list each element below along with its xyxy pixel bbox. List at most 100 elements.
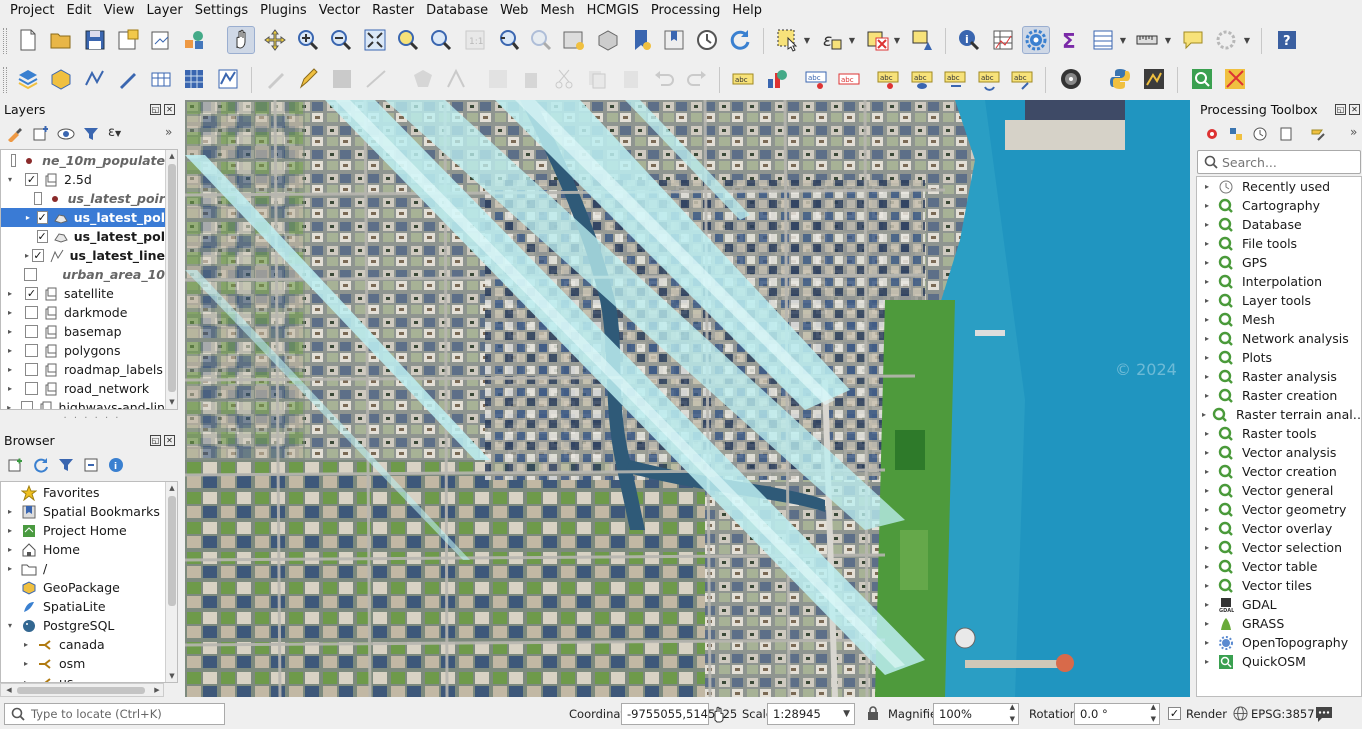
menu-help[interactable]: Help [726,0,768,21]
toolbox-search-input[interactable] [1222,153,1356,171]
refresh-icon[interactable] [726,26,754,54]
toolbox-group[interactable]: ▸ Vector selection [1197,538,1361,557]
toolbox-group[interactable]: ▸ Vector geometry [1197,500,1361,519]
close-panel-icon[interactable]: ✕ [1349,104,1360,115]
menu-settings[interactable]: Settings [189,0,254,21]
zoom-to-layer-icon[interactable] [427,26,455,54]
expand-arrow-icon[interactable]: ▸ [25,251,29,260]
layer-row[interactable]: ▸us_latest_poir [1,189,165,208]
scripts-python-icon[interactable] [1228,126,1244,142]
pan-to-selection-icon[interactable] [261,26,289,54]
expand-arrow-icon[interactable]: ▸ [1202,334,1212,343]
expand-arrow-icon[interactable]: ▸ [1202,277,1212,286]
layer-row[interactable]: ▸ ✓ us_latest_line [1,246,165,265]
edit-features-inplace-icon[interactable] [1310,126,1326,142]
collapse-all-icon[interactable] [83,457,99,473]
toolbox-group[interactable]: ▸ GRASS [1197,614,1361,633]
menu-raster[interactable]: Raster [366,0,420,21]
filter-by-expression-icon[interactable]: ε▼ [108,125,138,141]
expand-arrow-icon[interactable]: ▸ [5,327,15,336]
more-tools-icon[interactable]: » [1350,125,1357,139]
toolbox-group[interactable]: ▸ OpenTopography [1197,633,1361,652]
toolbox-group[interactable]: ▸ Raster terrain anal… [1197,405,1361,424]
layer-visibility-checkbox[interactable] [25,344,38,357]
hcmgis-icon[interactable] [1221,65,1249,93]
layer-row[interactable]: ▸ basemap [1,322,165,341]
pan-map-icon[interactable] [227,26,255,54]
messages-icon[interactable] [1314,705,1334,723]
menu-layer[interactable]: Layer [141,0,189,21]
scroll-down-icon[interactable]: ▼ [166,670,177,682]
menu-plugins[interactable]: Plugins [254,0,313,21]
layer-row[interactable]: ▸✓us_latest_pol [1,227,165,246]
toolbox-group[interactable]: ▸ Plots [1197,348,1361,367]
browser-scroll-thumb[interactable] [168,496,176,606]
browser-item[interactable]: ▸ Home [1,540,165,559]
browser-hscrollbar[interactable]: ◀ ▶ [0,683,164,697]
expand-arrow-icon[interactable]: ▸ [1202,182,1212,191]
expand-arrow-icon[interactable]: ▸ [1202,619,1212,628]
select-dropdown-icon[interactable]: ▼ [803,26,811,54]
float-panel-icon[interactable]: ◱ [1335,104,1346,115]
expand-arrow-icon[interactable]: ▸ [5,545,15,554]
panel-splitter[interactable]: · · · · · · [0,413,184,427]
toolbar-grip[interactable] [3,67,7,93]
rotation-spin-up-icon[interactable]: ▲ [1151,701,1156,713]
more-tools-icon[interactable]: » [165,125,172,139]
toolbox-group[interactable]: ▸ Vector general [1197,481,1361,500]
layer-row[interactable]: ▸ road_network [1,379,165,398]
toolbox-group[interactable]: ▸ Vector analysis [1197,443,1361,462]
scale-dropdown-icon[interactable]: ▼ [843,704,850,724]
expand-arrow-icon[interactable]: ▸ [1202,600,1212,609]
table-dropdown-icon[interactable]: ▼ [1119,26,1127,54]
layer-row[interactable]: ▸ne_10m_populate [1,151,165,170]
layer-row[interactable]: ▸ roadmap_labels [1,360,165,379]
properties-info-icon[interactable]: i [108,457,124,473]
toolbar-grip[interactable] [3,28,7,54]
menu-web[interactable]: Web [494,0,534,21]
new-project-icon[interactable] [14,26,42,54]
layer-row[interactable]: ▸urban_area_10 [1,265,165,284]
data-source-manager-icon[interactable] [14,65,42,93]
map-canvas[interactable]: © 2024 [185,100,1190,697]
expand-arrow-icon[interactable]: ▸ [1202,258,1212,267]
style-manager-icon[interactable] [180,26,208,54]
expand-arrow-icon[interactable]: ▸ [1202,657,1212,666]
settings-gear-icon[interactable] [1212,26,1240,54]
expand-arrow-icon[interactable]: ▸ [25,213,31,222]
expand-arrow-icon[interactable]: ▾ [5,621,15,630]
toolbox-group[interactable]: ▸ Raster creation [1197,386,1361,405]
digitize-line-icon[interactable] [362,65,390,93]
toolbox-group[interactable]: ▸ Raster tools [1197,424,1361,443]
delete-selected-icon[interactable] [517,65,545,93]
new-geopackage-layer-icon[interactable] [47,65,75,93]
scale-field[interactable]: 1:28945 ▼ [767,703,855,725]
toolbox-group[interactable]: ▸ Vector overlay [1197,519,1361,538]
close-panel-icon[interactable]: ✕ [164,104,175,115]
zoom-to-selection-icon[interactable] [394,26,422,54]
models-icon[interactable] [1204,126,1220,142]
layer-row[interactable]: ▸✓us_latest_pol [1,208,165,227]
locator-field[interactable]: Type to locate (Ctrl+K) [4,703,225,725]
cut-features-icon[interactable] [550,65,578,93]
lock-scale-icon[interactable] [867,706,879,720]
add-group-icon[interactable] [32,126,50,142]
layer-visibility-checkbox[interactable] [24,268,37,281]
close-panel-icon[interactable]: ✕ [164,435,175,446]
expand-arrow-icon[interactable]: ▸ [5,289,15,298]
layer-visibility-checkbox[interactable] [25,306,38,319]
map-tips-icon[interactable] [1179,26,1207,54]
browser-item[interactable]: ▸ osm [1,654,165,673]
expand-arrow-icon[interactable]: ▸ [1202,429,1212,438]
layer-row[interactable]: ▾ ✓ 2.5d [1,170,165,189]
float-panel-icon[interactable]: ◱ [150,104,161,115]
render-checkbox[interactable]: ✓ [1168,707,1181,720]
expand-arrow-icon[interactable]: ▸ [1202,353,1212,362]
filter-legend-icon[interactable] [82,126,102,142]
copy-features-icon[interactable] [583,65,611,93]
quickosm-icon[interactable] [1188,65,1216,93]
expand-arrow-icon[interactable]: ▸ [1202,315,1212,324]
layer-row[interactable]: ▸ polygons [1,341,165,360]
expand-arrow-icon[interactable]: ▸ [1202,296,1212,305]
toolbox-group[interactable]: ▸ Raster analysis [1197,367,1361,386]
